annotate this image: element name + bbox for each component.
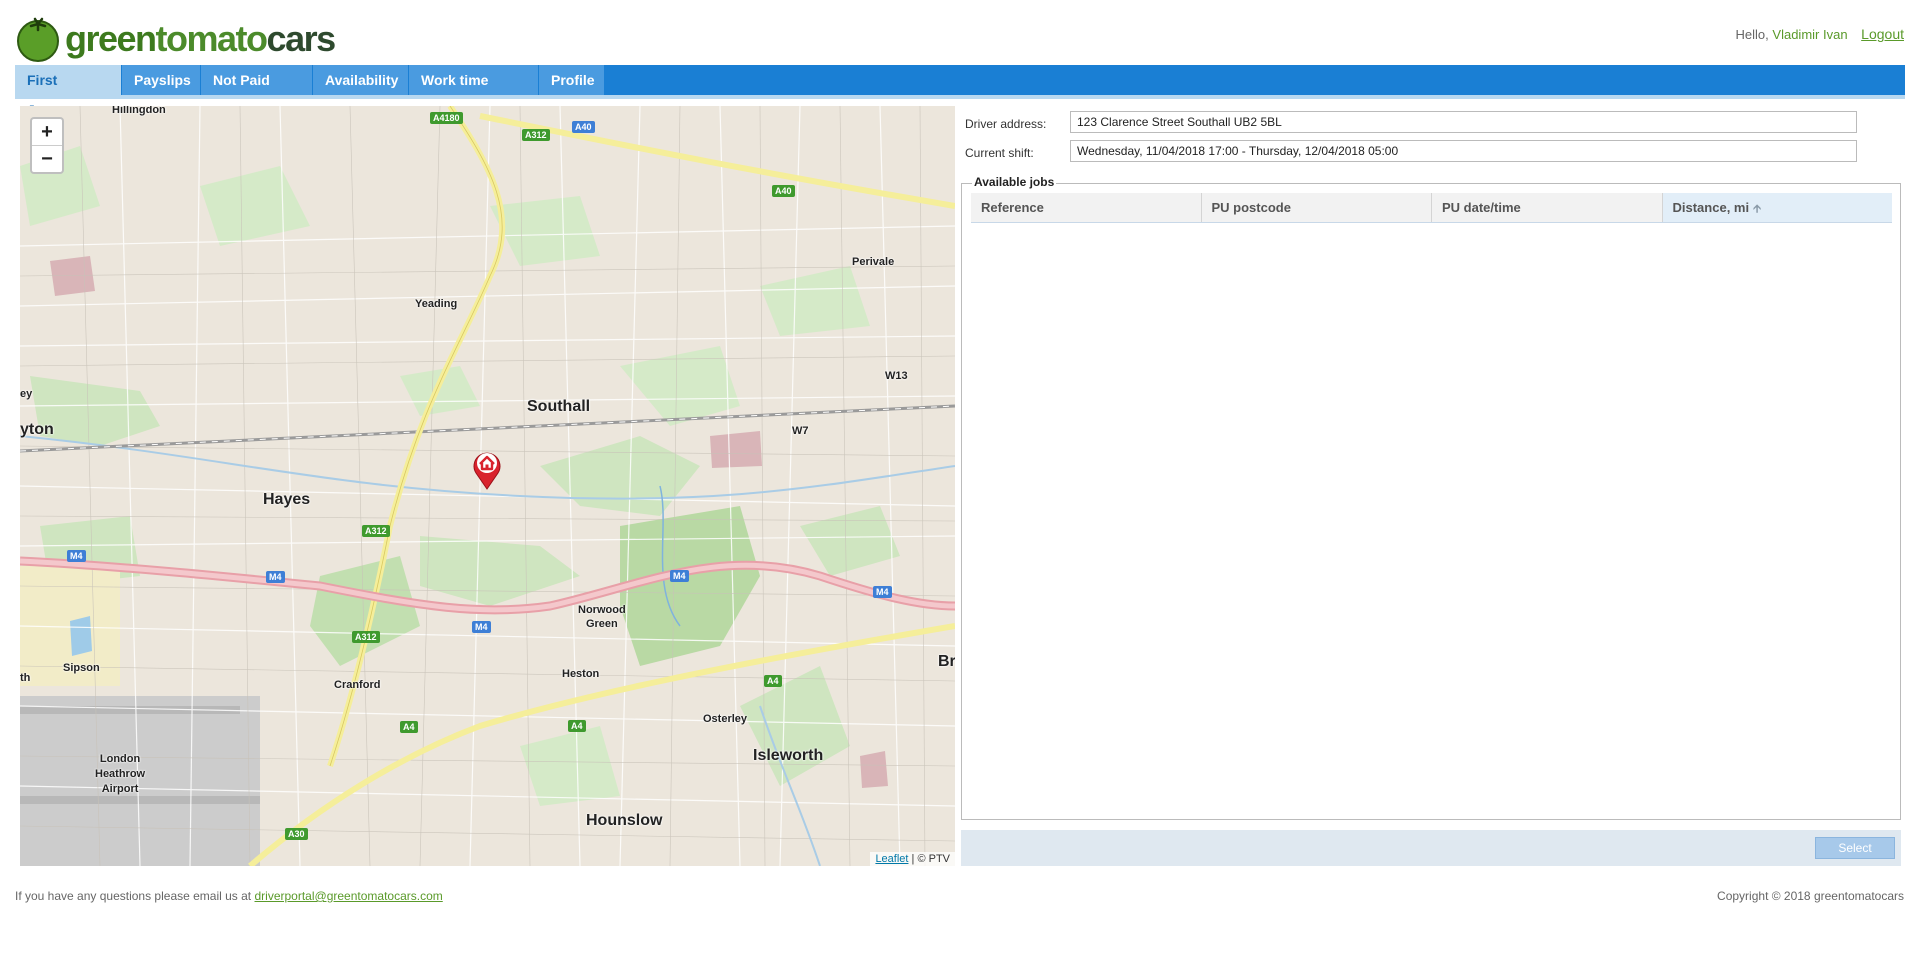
map-label: W13 [885, 370, 908, 382]
current-shift-field[interactable] [1070, 140, 1857, 162]
road-shield: M4 [670, 570, 689, 582]
map-label: London Heathrow Airport [95, 753, 146, 795]
tab-first-journey[interactable]: First Journey [15, 65, 122, 118]
road-shield: A40 [572, 121, 595, 133]
sort-ascending-icon: 🡩 [1753, 203, 1761, 215]
driver-address-label: Driver address: [965, 117, 1047, 131]
map-label: ey [20, 388, 33, 400]
tab-work-time-report[interactable]: Work time report [409, 65, 539, 118]
map-label: Yeading [415, 298, 458, 310]
jobs-table-header: Reference PU postcode PU date/time Dista… [971, 193, 1892, 223]
leaflet-link[interactable]: Leaflet [875, 853, 908, 865]
column-header-distance[interactable]: Distance, mi 🡩 [1662, 193, 1892, 222]
road-shield: M4 [472, 621, 491, 633]
road-shield: A30 [285, 828, 308, 840]
tab-payslips[interactable]: Payslips [122, 65, 201, 95]
tomato-logo-icon [17, 17, 59, 62]
road-shield: A312 [522, 129, 550, 141]
available-jobs-panel [961, 183, 1901, 820]
map-zoom-control: + − [30, 117, 64, 174]
map-label: Hayes [263, 491, 311, 508]
main-nav-tabs: First Journey Payslips Not Paid Jobs Ava… [15, 65, 1905, 118]
tab-availability[interactable]: Availability [313, 65, 409, 95]
greeting-text: Hello, [1735, 27, 1769, 42]
map-view[interactable]: + − Hillingdon Yeading Perivale W13 Sout… [20, 106, 955, 866]
map-label: Cranford [334, 679, 381, 691]
current-shift-label: Current shift: [965, 146, 1034, 160]
map-label: Sipson [63, 662, 100, 674]
map-label: Hounslow [586, 812, 663, 829]
map-attribution: Leaflet | © PTV [870, 852, 955, 866]
available-jobs-legend: Available jobs [972, 175, 1057, 189]
jobs-toolbar: Select [961, 830, 1901, 866]
road-shield: M4 [67, 550, 86, 562]
zoom-in-button[interactable]: + [32, 119, 62, 145]
road-shield: A312 [352, 631, 380, 643]
tab-profile[interactable]: Profile [539, 65, 605, 95]
home-marker-icon[interactable] [471, 448, 503, 490]
road-shield: A40 [772, 185, 795, 197]
map-label: Southall [527, 398, 591, 415]
user-name: Vladimir Ivan [1772, 27, 1848, 42]
user-bar: Hello, Vladimir Ivan Logout [1736, 26, 1904, 42]
map-label: Hillingdon [112, 106, 166, 116]
road-shield: A312 [362, 525, 390, 537]
support-email-link[interactable]: driverportal@greentomatocars.com [255, 889, 443, 903]
brand-logo[interactable]: greentomatocars [15, 16, 336, 62]
road-shield: A4 [400, 721, 418, 733]
map-label: yton [20, 421, 54, 438]
column-header-pu-datetime[interactable]: PU date/time [1432, 193, 1663, 222]
map-label: th [20, 672, 31, 684]
map-label: Heston [562, 668, 600, 680]
tab-not-paid-jobs[interactable]: Not Paid Jobs [201, 65, 313, 118]
footer-copyright: Copyright © 2018 greentomatocars [1717, 889, 1904, 903]
driver-address-field[interactable] [1070, 111, 1857, 133]
select-button[interactable]: Select [1815, 837, 1895, 859]
column-header-reference[interactable]: Reference [971, 193, 1202, 222]
logout-link[interactable]: Logout [1861, 26, 1904, 42]
map-label: Norwood Green [578, 604, 626, 630]
map-label: Osterley [703, 713, 748, 725]
road-shield: A4 [764, 675, 782, 687]
footer-question-text: If you have any questions please email u… [15, 889, 252, 903]
map-label: Perivale [852, 256, 895, 268]
road-shield: M4 [873, 586, 892, 598]
road-shield: M4 [266, 571, 285, 583]
footer-contact: If you have any questions please email u… [15, 889, 443, 903]
road-shield: A4 [568, 720, 586, 732]
attribution-text: | © PTV [911, 853, 950, 865]
logo-wordmark: greentomatocars [65, 18, 336, 59]
road-shield: A4180 [430, 112, 463, 124]
zoom-out-button[interactable]: − [32, 145, 62, 172]
map-label: Br [938, 653, 955, 670]
map-label: W7 [792, 425, 809, 437]
map-label: Isleworth [753, 747, 824, 764]
column-header-pu-postcode[interactable]: PU postcode [1202, 193, 1432, 222]
